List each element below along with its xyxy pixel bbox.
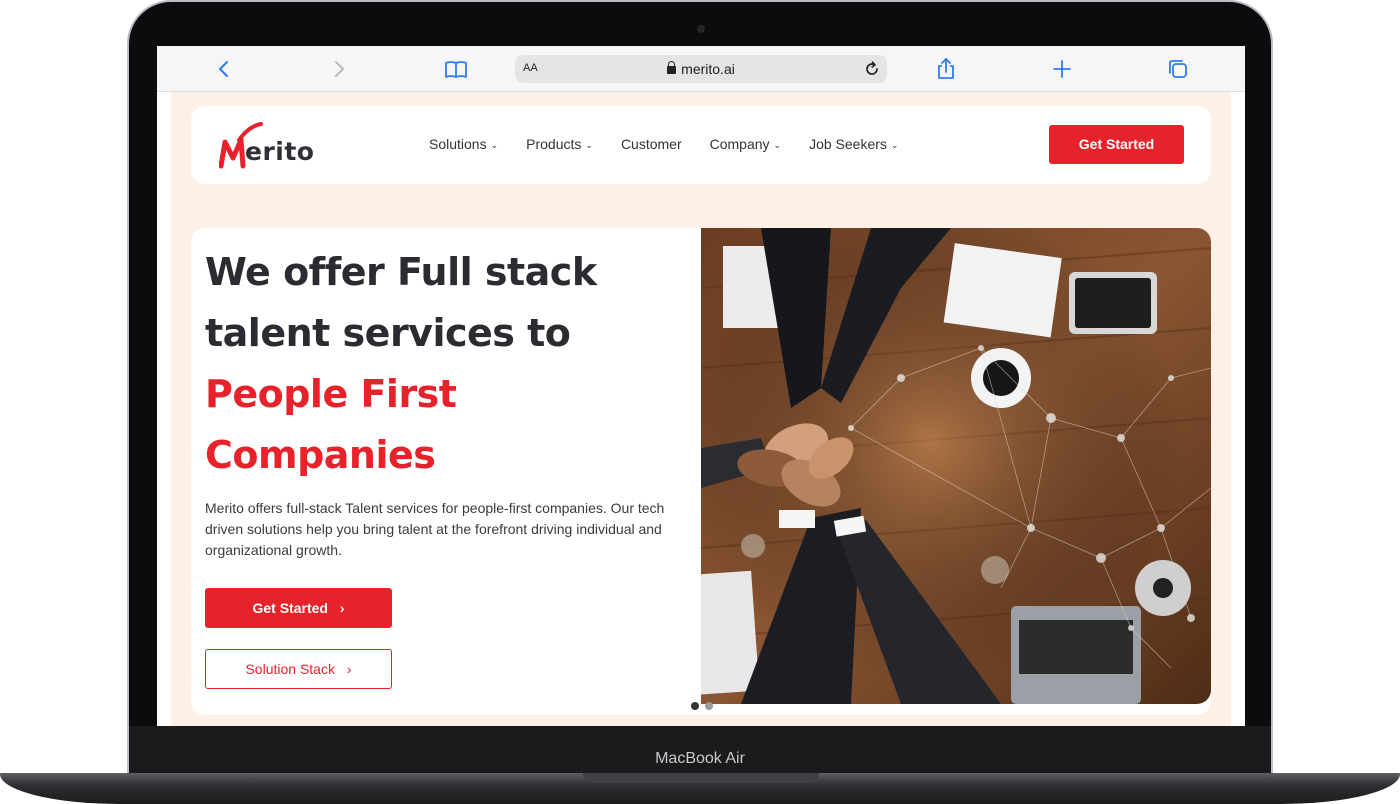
chevron-right-icon: › xyxy=(346,661,352,677)
hero-title-highlight: Companies xyxy=(205,433,436,477)
laptop-notch xyxy=(583,773,819,783)
tabs-icon[interactable] xyxy=(1165,57,1191,81)
reload-icon[interactable] xyxy=(863,57,881,83)
new-tab-icon[interactable] xyxy=(1049,57,1075,81)
device-label: MacBook Air xyxy=(655,750,745,767)
nav-item-job-seekers[interactable]: Job Seekers ⌄ xyxy=(809,136,898,152)
logo-wordmark: erito xyxy=(245,137,315,166)
camera-icon xyxy=(697,25,705,33)
hero-title: We offer Full stack talent services to P… xyxy=(205,242,685,486)
nav-label: Job Seekers xyxy=(809,136,887,152)
nav-label: Solutions xyxy=(429,136,487,152)
nav-label: Customer xyxy=(620,136,682,152)
hero-team-photo xyxy=(701,228,1211,704)
main-nav: Solutions ⌄ Products ⌄ Customer Company ⌄ J… xyxy=(429,136,926,152)
chevron-down-icon: ⌄ xyxy=(773,140,782,150)
browser-toolbar: AA merito.ai xyxy=(157,46,1245,92)
chevron-down-icon: ⌄ xyxy=(585,140,593,150)
forward-icon[interactable] xyxy=(326,57,352,81)
nav-item-company[interactable]: Company ⌄ xyxy=(710,136,781,152)
carousel-dots xyxy=(691,702,713,710)
hero-description: Merito offers full-stack Talent services… xyxy=(205,500,665,558)
get-started-button[interactable]: Get Started › xyxy=(205,588,392,628)
merito-logo[interactable]: erito xyxy=(219,120,329,172)
hero-title-line: talent services to xyxy=(205,311,571,355)
share-icon[interactable] xyxy=(933,57,959,81)
nav-item-solutions[interactable]: Solutions ⌄ xyxy=(429,136,498,152)
solution-stack-button[interactable]: Solution Stack › xyxy=(205,649,392,689)
screen: AA merito.ai erito Solutions ⌄ Products … xyxy=(157,46,1245,726)
carousel-dot[interactable] xyxy=(691,702,699,710)
button-label: Solution Stack xyxy=(245,661,335,677)
back-icon[interactable] xyxy=(211,57,237,81)
carousel-dot[interactable] xyxy=(705,702,713,710)
hero-title-line: We offer Full stack xyxy=(205,250,597,294)
nav-item-products[interactable]: Products ⌄ xyxy=(526,136,593,152)
nav-label: Products xyxy=(526,136,582,152)
nav-label: Company xyxy=(709,136,770,152)
chevron-down-icon: ⌄ xyxy=(890,140,899,150)
nav-item-customer[interactable]: Customer xyxy=(621,136,682,152)
chevron-down-icon: ⌄ xyxy=(490,140,499,150)
address-bar[interactable]: AA merito.ai xyxy=(515,55,887,83)
url-display: merito.ai xyxy=(515,61,887,77)
bookmarks-icon[interactable] xyxy=(443,57,469,81)
chevron-right-icon: › xyxy=(339,600,345,616)
lock-icon xyxy=(667,61,677,74)
web-page: erito Solutions ⌄ Products ⌄ Customer Comp… xyxy=(157,92,1245,726)
hero-section: We offer Full stack talent services to P… xyxy=(191,228,1211,715)
hero-title-highlight: People First xyxy=(205,372,457,416)
get-started-nav-button[interactable]: Get Started xyxy=(1049,125,1184,164)
url-text: merito.ai xyxy=(681,61,735,77)
button-label: Get Started xyxy=(252,600,328,616)
site-navbar: erito Solutions ⌄ Products ⌄ Customer Comp… xyxy=(191,106,1211,184)
